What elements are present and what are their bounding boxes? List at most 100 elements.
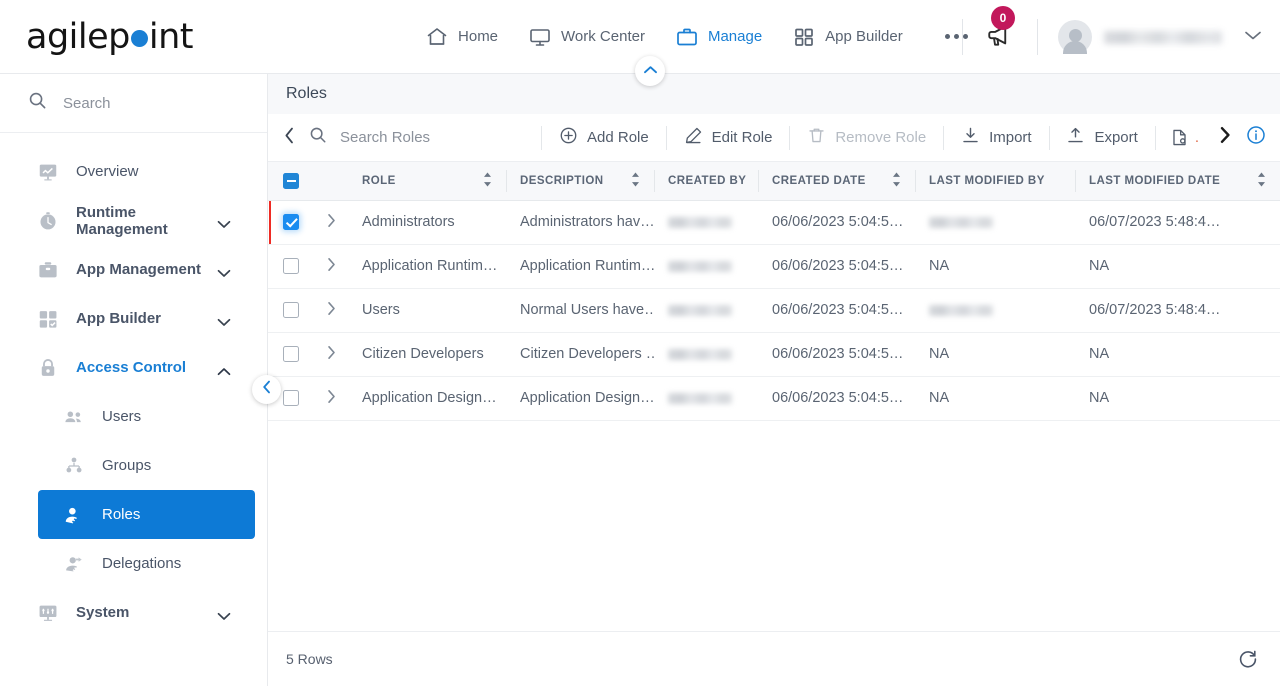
row-checkbox[interactable] (283, 302, 299, 319)
cell-last-modified-by: NA (929, 258, 950, 274)
logo-text-part2: int (148, 16, 194, 57)
cell-last-modified-by: NA (929, 390, 950, 406)
sidebar-label-app-builder: App Builder (76, 310, 161, 327)
chevron-left-icon (284, 127, 295, 149)
nav-item-app-builder[interactable]: App Builder (792, 25, 903, 49)
sidebar-item-runtime-management[interactable]: Runtime Management (12, 196, 255, 245)
created-by-redacted (668, 304, 732, 316)
group-icon (62, 454, 86, 478)
sidebar-item-access-control[interactable]: Access Control (12, 343, 255, 392)
row-checkbox[interactable] (283, 258, 299, 275)
cell-description: Application Design… (506, 376, 654, 421)
cell-created-by-wrap (654, 376, 758, 421)
table-row[interactable]: Citizen Developers Citizen Developers … 06… (268, 332, 1280, 377)
column-header-description[interactable]: DESCRIPTION (506, 162, 654, 201)
select-all-checkbox[interactable] (283, 172, 299, 189)
sidebar-item-roles[interactable]: Roles (38, 490, 255, 539)
sidebar-label-app-management: App Management (76, 261, 202, 278)
chevron-down-icon[interactable] (217, 216, 231, 228)
export-button[interactable]: Export (1049, 126, 1154, 149)
row-expand-cell[interactable] (314, 244, 348, 289)
row-checkbox[interactable] (283, 214, 299, 231)
grid-check-icon (36, 307, 60, 331)
sidebar-item-groups[interactable]: Groups (38, 441, 255, 490)
row-checkbox[interactable] (283, 346, 299, 363)
cell-description: Application Runtim… (506, 244, 654, 289)
chevron-right-icon[interactable] (326, 301, 337, 320)
sidebar-item-app-management[interactable]: App Management (12, 245, 255, 294)
table-row[interactable]: Administrators Administrators hav… 06/06/2… (268, 200, 1280, 245)
sidebar-item-system[interactable]: System (12, 588, 255, 637)
table-row[interactable]: Application Runtim… Application Runtim… 06… (268, 244, 1280, 289)
cell-role: Citizen Developers (348, 332, 506, 377)
chevron-right-icon[interactable] (326, 389, 337, 408)
column-header-created-date[interactable]: CREATED DATE (758, 162, 915, 201)
toolbar-back-button[interactable] (268, 127, 309, 149)
announcements-button[interactable]: 0 (963, 5, 1037, 55)
row-expand-cell[interactable] (314, 200, 348, 245)
add-role-button[interactable]: Add Role (542, 126, 666, 149)
column-header-role[interactable]: ROLE (348, 162, 506, 201)
table-row[interactable]: Application Design… Application Design… 06… (268, 376, 1280, 421)
nav-item-work-center[interactable]: Work Center (528, 25, 645, 49)
chevron-right-icon[interactable] (326, 257, 337, 276)
agilepoint-logo[interactable]: agilep int (26, 16, 194, 57)
row-expand-cell[interactable] (314, 332, 348, 377)
row-expand-cell[interactable] (314, 288, 348, 333)
sidebar-collapse-button[interactable] (252, 375, 281, 404)
chevron-left-icon (262, 380, 272, 399)
header-collapse-button[interactable] (635, 56, 665, 86)
nav-item-home[interactable]: Home (425, 25, 498, 49)
chevron-right-icon[interactable] (326, 345, 337, 364)
remove-role-button[interactable]: Remove Role (790, 126, 943, 149)
chevron-down-icon[interactable] (217, 314, 231, 326)
cell-last-modified-by-wrap (915, 200, 1075, 245)
column-label-created-by: CREATED BY (668, 174, 747, 187)
nav-item-manage[interactable]: Manage (675, 25, 762, 49)
last-modified-by-redacted (929, 304, 993, 316)
edit-role-button[interactable]: Edit Role (667, 126, 790, 149)
info-button[interactable] (1244, 125, 1280, 150)
column-header-last-modified-date[interactable]: LAST MODIFIED DATE (1075, 162, 1280, 201)
sidebar-item-users[interactable]: Users (38, 392, 255, 441)
column-header-created-by[interactable]: CREATED BY (654, 162, 758, 201)
chevron-right-icon[interactable] (326, 213, 337, 232)
info-circle-icon (1246, 125, 1266, 150)
trash-icon (807, 126, 826, 149)
sort-icon[interactable] (631, 172, 640, 189)
sidebar-search[interactable]: Search (0, 74, 267, 133)
remove-role-label: Remove Role (835, 129, 927, 146)
table-header: ROLE DESCRIPTION CREATED BY CREATED DATE… (268, 162, 1280, 201)
sidebar-item-app-builder[interactable]: App Builder (12, 294, 255, 343)
document-settings-icon[interactable]: . (1156, 128, 1207, 147)
sidebar-item-overview[interactable]: Overview (12, 147, 255, 196)
sort-icon[interactable] (483, 172, 492, 189)
sidebar-item-delegations[interactable]: Delegations (38, 539, 255, 588)
table-row[interactable]: Users Normal Users have… 06/06/2023 5:04:5… (268, 288, 1280, 333)
refresh-button[interactable] (1238, 649, 1258, 669)
cell-description: Citizen Developers … (506, 332, 654, 377)
created-by-redacted (668, 216, 732, 228)
import-button[interactable]: Import (944, 126, 1049, 149)
sidebar-label-delegations: Delegations (102, 555, 182, 572)
cell-last-modified-by-wrap: NA (915, 332, 1075, 377)
chevron-down-icon[interactable] (1244, 28, 1262, 46)
cell-description: Administrators hav… (506, 200, 654, 245)
row-checkbox[interactable] (283, 390, 299, 407)
role-person-icon (62, 503, 86, 527)
search-roles-input[interactable]: Search Roles (309, 126, 541, 149)
chevron-down-icon[interactable] (217, 608, 231, 620)
export-label: Export (1094, 129, 1138, 146)
import-label: Import (989, 129, 1032, 146)
column-header-last-modified-by[interactable]: LAST MODIFIED BY (915, 162, 1075, 201)
briefcase-icon (675, 25, 699, 49)
toolbar-scroll-right-button[interactable] (1207, 126, 1244, 149)
user-menu[interactable] (1038, 20, 1262, 54)
sort-icon[interactable] (1257, 172, 1266, 189)
sidebar: Search Overview Runtime Management App M… (0, 74, 268, 686)
row-expand-cell[interactable] (314, 376, 348, 421)
row-count-label: 5 Rows (286, 651, 333, 667)
sort-icon[interactable] (892, 172, 901, 189)
chevron-up-icon[interactable] (217, 363, 231, 376)
chevron-down-icon[interactable] (217, 265, 231, 277)
